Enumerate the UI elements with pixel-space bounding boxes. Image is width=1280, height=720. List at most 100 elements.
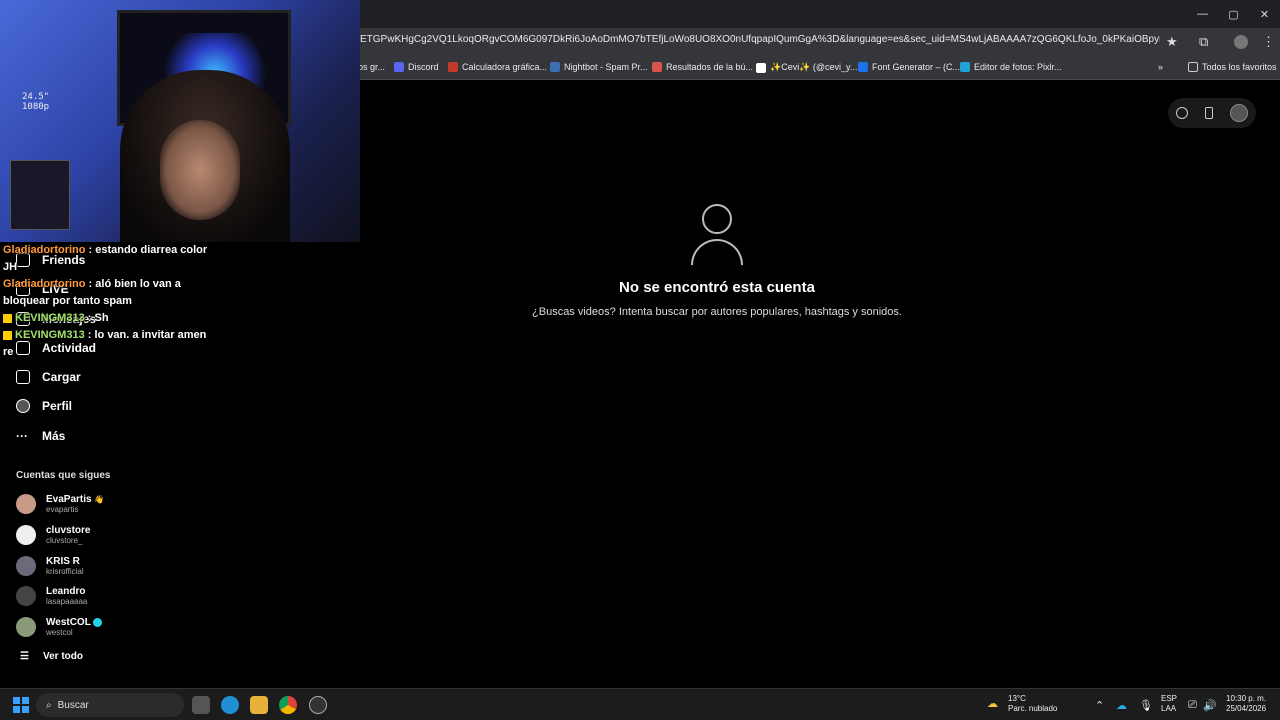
account-item[interactable]: Leandro lasapaaaaa bbox=[16, 586, 87, 606]
bookmark-pixlr[interactable]: Editor de fotos: Pixlr... bbox=[960, 62, 1062, 72]
account-name: Leandro bbox=[46, 586, 86, 597]
account-name: cluvstore bbox=[46, 525, 91, 536]
bookmark-label: Resultados de la bú... bbox=[666, 62, 754, 72]
file-explorer-icon[interactable] bbox=[250, 696, 268, 714]
url-field[interactable]: ETGPwKHgCg2VQ1LkoqORgvCOM6G097DkRi6JoAoD… bbox=[360, 34, 1160, 45]
tiktok-icon bbox=[756, 62, 766, 73]
monitor-label: 24.5" 1080p bbox=[22, 92, 50, 112]
bookmark-calculator[interactable]: Calculadora gráfica... bbox=[448, 62, 547, 72]
chat-text: Sh bbox=[94, 312, 109, 324]
task-view-icon[interactable] bbox=[192, 696, 210, 714]
account-handle: westcol bbox=[46, 628, 73, 637]
chat-username: KEVINGM313 bbox=[15, 329, 85, 341]
avatar bbox=[16, 494, 36, 514]
account-handle: cluvstore_ bbox=[46, 536, 83, 545]
all-bookmarks-folder[interactable]: Todos los favoritos bbox=[1188, 62, 1277, 72]
bookmark-font-generator[interactable]: Font Generator – (C... bbox=[858, 62, 960, 72]
menu-kebab-icon[interactable]: ⋮ bbox=[1262, 34, 1275, 50]
see-all-link[interactable]: ☰ Ver todo bbox=[20, 651, 83, 662]
account-handle: krisrofficial bbox=[46, 567, 84, 576]
chrome-icon[interactable] bbox=[279, 696, 297, 714]
window-controls: — ▢ ✕ bbox=[1187, 0, 1280, 28]
chat-username: Gladiadortorino bbox=[3, 278, 86, 290]
verified-badge-icon bbox=[92, 617, 102, 627]
see-all-label: Ver todo bbox=[42, 651, 83, 662]
account-item[interactable]: WestCOL westcol bbox=[16, 617, 102, 637]
account-item[interactable]: cluvstore cluvstore_ bbox=[16, 525, 90, 545]
avatar bbox=[16, 617, 36, 637]
bookmark-nightbot[interactable]: Nightbot - Spam Pr... bbox=[550, 62, 648, 72]
webcam-overlay: 24.5" 1080p bbox=[0, 0, 360, 242]
bookmark-results[interactable]: Resultados de la bú... bbox=[652, 62, 753, 72]
account-item[interactable]: KRIS Rkrisrofficial bbox=[16, 556, 84, 576]
onedrive-icon[interactable]: ☁ bbox=[1116, 699, 1127, 712]
extensions-icon[interactable]: ⧉ bbox=[1199, 34, 1208, 50]
screen: — ▢ ✕ ETGPwKHgCg2VQ1LkoqORgvCOM6G097DkRi… bbox=[0, 0, 1280, 720]
profile-avatar-icon[interactable] bbox=[1234, 35, 1248, 49]
nav-label: Perfil bbox=[42, 399, 73, 413]
clock[interactable]: 10:30 p. m. 25/04/2026 bbox=[1226, 694, 1266, 714]
avatar bbox=[16, 586, 36, 606]
weather-icon: ☁ bbox=[987, 698, 998, 710]
calculator-icon bbox=[448, 62, 458, 72]
windows-start-icon[interactable] bbox=[13, 697, 29, 713]
nav-upload[interactable]: Cargar bbox=[16, 370, 81, 384]
bookmark-star-icon[interactable]: ★ bbox=[1166, 34, 1178, 50]
microphone-icon[interactable]: 🎙 bbox=[1139, 699, 1153, 712]
nav-label: Más bbox=[42, 429, 66, 443]
minimize-button[interactable]: — bbox=[1187, 0, 1218, 28]
compass-icon[interactable] bbox=[1176, 107, 1189, 119]
network-icon[interactable]: ⎚ bbox=[1188, 699, 1197, 712]
bookmark-discord[interactable]: Discord bbox=[394, 62, 439, 72]
close-button[interactable]: ✕ bbox=[1249, 0, 1280, 28]
account-item[interactable]: EvaPartis 👋 evapartis bbox=[16, 494, 104, 514]
discord-icon bbox=[394, 62, 404, 72]
avatar bbox=[16, 525, 36, 545]
weather-widget[interactable]: 13°C Parc. nublado bbox=[1008, 694, 1057, 714]
bookmark-label: ✨Cevi✨ (@cevi_y... bbox=[770, 62, 858, 72]
more-icon: ··· bbox=[16, 429, 28, 443]
empty-state: No se encontró esta cuenta ¿Buscas video… bbox=[517, 201, 917, 318]
windows-taskbar: ⌕ Buscar ☁ 13°C Parc. nublado ⌃ ☁ 🎙 ESP LAA… bbox=[0, 688, 1280, 720]
nav-profile[interactable]: Perfil bbox=[16, 399, 72, 413]
pc-case bbox=[10, 160, 70, 230]
taskbar-search[interactable]: ⌕ Buscar bbox=[36, 693, 184, 717]
app-icon[interactable] bbox=[309, 696, 327, 714]
subscriber-badge-icon bbox=[3, 330, 12, 340]
search-icon: ⌕ bbox=[46, 699, 52, 711]
results-icon bbox=[652, 62, 662, 72]
bookmark-label: os gr... bbox=[358, 62, 386, 72]
bookmark-label: Editor de fotos: Pixlr... bbox=[974, 62, 1062, 72]
chat-message: KEVINGM313 : lo van. a invitar amen re bbox=[3, 329, 207, 358]
user-placeholder-icon bbox=[687, 201, 747, 265]
pixlr-icon bbox=[960, 62, 970, 72]
account-handle: evapartis bbox=[46, 505, 79, 514]
following-title: Cuentas que sigues bbox=[16, 470, 111, 481]
chat-message: KEVINGM313 : Sh bbox=[0, 310, 210, 327]
bookmark-label: Todos los favoritos bbox=[1202, 62, 1277, 72]
chat-message: Gladiadortorino : estando diarrea color … bbox=[3, 244, 208, 273]
bookmark-label: Discord bbox=[408, 62, 439, 72]
user-avatar[interactable] bbox=[1229, 104, 1248, 122]
nav-label: Cargar bbox=[42, 370, 81, 384]
chat-message: Gladiadortorino : aló bien lo van a bloq… bbox=[3, 278, 181, 307]
chevron-up-icon[interactable]: ⌃ bbox=[1095, 699, 1104, 712]
chat-overlay: Gladiadortorino : estando diarrea color … bbox=[0, 242, 210, 361]
nav-more[interactable]: ··· Más bbox=[16, 429, 65, 443]
bookmark-item[interactable]: os gr... bbox=[358, 62, 385, 72]
bookmark-label: Font Generator – (C... bbox=[872, 62, 961, 72]
volume-icon[interactable]: 🔊 bbox=[1203, 699, 1217, 712]
language-indicator[interactable]: ESP LAA bbox=[1161, 694, 1177, 714]
subscriber-badge-icon bbox=[3, 313, 12, 323]
bookmark-cevi[interactable]: ✨Cevi✨ (@cevi_y... bbox=[756, 62, 857, 73]
bookmarks-overflow-icon[interactable]: » bbox=[1158, 62, 1163, 72]
edge-icon[interactable] bbox=[221, 696, 239, 714]
account-name: EvaPartis bbox=[46, 494, 92, 505]
list-icon: ☰ bbox=[20, 651, 29, 662]
phone-icon[interactable] bbox=[1204, 107, 1213, 119]
hand-wave-icon: 👋 bbox=[94, 495, 105, 504]
bookmark-label: Nightbot - Spam Pr... bbox=[564, 62, 648, 72]
account-name: KRIS R bbox=[46, 556, 80, 567]
account-name: WestCOL bbox=[46, 617, 91, 628]
maximize-button[interactable]: ▢ bbox=[1218, 0, 1249, 28]
